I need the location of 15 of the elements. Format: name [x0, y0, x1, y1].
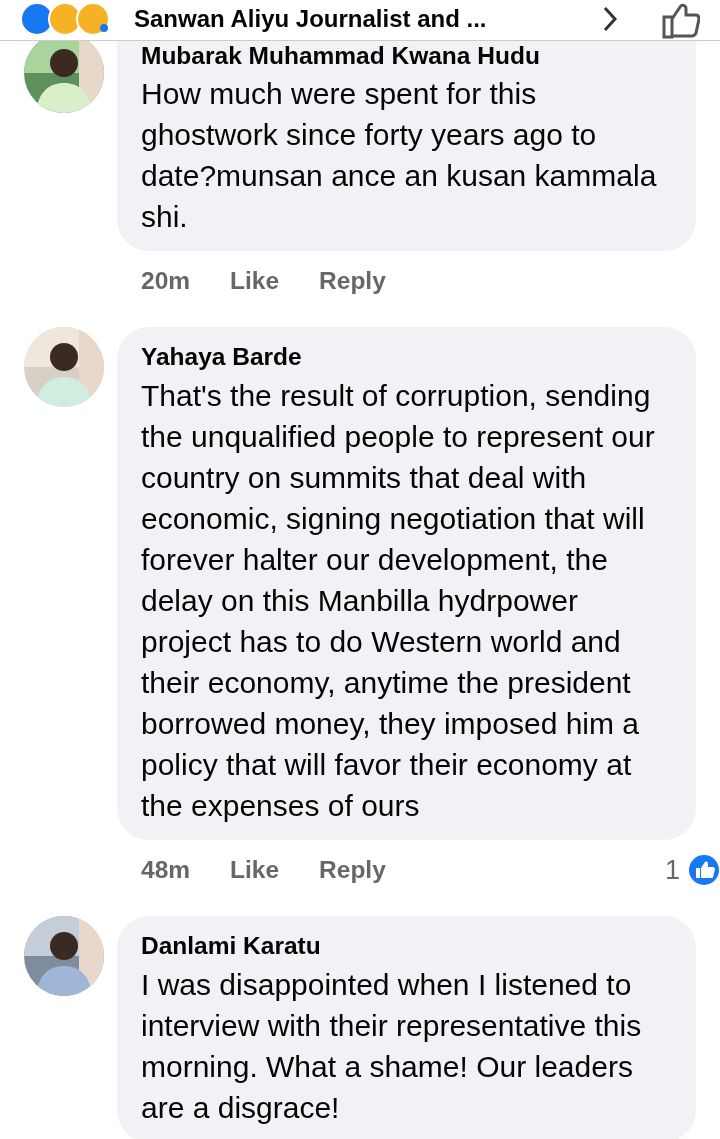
like-reaction-icon	[688, 854, 720, 886]
comment-text: That's the result of corruption, sending the unqualified people to represent our country on summits that deal with economic, signing negotiation that will forever halter our development, the delay on this Manbilla hydrpower project has to do Western world and their economy, anytime the president borrowed money, they imposed him a policy that will favor their economy at the expenses of ours	[141, 378, 656, 824]
post-title[interactable]: Sanwan Aliyu Journalist and ...	[134, 5, 590, 33]
reply-link[interactable]: Reply	[319, 267, 386, 295]
timestamp: 20m	[141, 267, 191, 295]
reaction-count[interactable]: 1	[664, 854, 680, 886]
like-link[interactable]: Like	[230, 267, 280, 295]
comment-text: How much were spent for this ghostwork since forty years ago to date?munsan ance an kusan kammala shi.	[141, 76, 658, 235]
like-link[interactable]: Like	[230, 856, 280, 884]
author-name[interactable]: Yahaya Barde	[141, 341, 672, 373]
author-name[interactable]: Mubarak Muhammad Kwana Hudu	[141, 41, 672, 71]
comment-text: I was disappointed when I listened to interview with their representative this morning. What a shame! Our leaders are a disgrace!	[141, 967, 643, 1126]
timestamp: 48m	[141, 856, 191, 884]
reply-link[interactable]: Reply	[319, 856, 386, 884]
author-name[interactable]: Danlami Karatu	[141, 930, 672, 962]
